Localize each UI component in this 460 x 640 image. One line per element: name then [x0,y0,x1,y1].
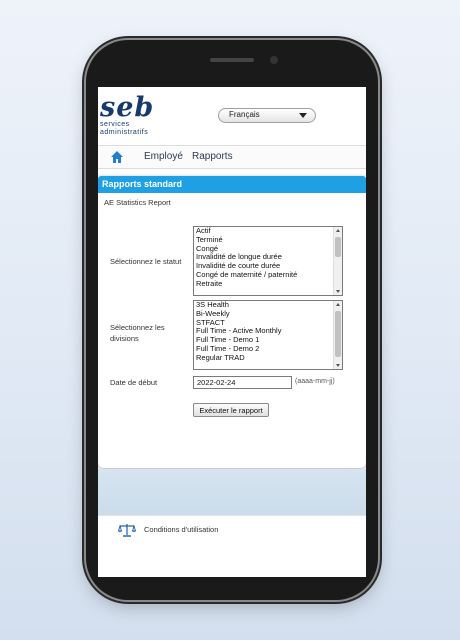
scroll-down-icon[interactable] [336,364,340,367]
chevron-down-icon [299,113,307,118]
nav-item-rapports[interactable]: Rapports [192,151,233,162]
scroll-up-icon[interactable] [336,229,340,232]
divisions-scrollbar[interactable] [333,301,342,369]
footer: Conditions d'utilisation [98,515,366,577]
main-nav: Employé Rapports [98,145,366,169]
divisions-label-2: divisions [110,334,139,343]
divisions-listbox[interactable]: 3S Health Bi-Weekly STFACT Full Time - A… [193,300,343,370]
run-report-button[interactable]: Exécuter le rapport [193,403,269,417]
status-scrollbar[interactable] [333,227,342,295]
divisions-label-1: Sélectionnez les [110,323,165,332]
start-date-label: Date de début [110,378,158,387]
status-listbox[interactable]: Actif Terminé Congé Invalidité de longue… [193,226,343,296]
background-band [98,469,366,515]
phone-frame: seb services administratifs Français Emp… [86,40,378,600]
scroll-thumb[interactable] [335,311,341,357]
nav-item-employe[interactable]: Employé [144,151,183,162]
date-format-hint: (aaaa-mm-jj) [295,378,335,385]
scroll-thumb[interactable] [335,237,341,257]
terms-link[interactable]: Conditions d'utilisation [144,525,218,534]
status-option[interactable]: Retraite [194,279,342,289]
speaker-grille [210,58,254,62]
logo-subtitle-2: administratifs [100,129,149,136]
scroll-up-icon[interactable] [336,303,340,306]
start-date-input[interactable]: 2022-02-24 [193,376,292,389]
status-label: Sélectionnez le statut [110,257,182,266]
card-title: Rapports standard [98,176,366,193]
scroll-down-icon[interactable] [336,290,340,293]
language-selected-value: Français [229,110,260,119]
front-camera [270,56,278,64]
seb-logo: seb services administratifs [100,92,170,141]
language-select[interactable]: Français [218,108,316,123]
logo-wordmark: seb [100,92,155,123]
report-name: AE Statistics Report [104,198,171,207]
division-option[interactable]: Regular TRAD [194,353,342,363]
app-screen: seb services administratifs Français Emp… [98,87,366,577]
home-icon[interactable] [110,150,124,164]
scale-icon [118,524,136,537]
report-card: Rapports standard AE Statistics Report S… [98,176,366,468]
